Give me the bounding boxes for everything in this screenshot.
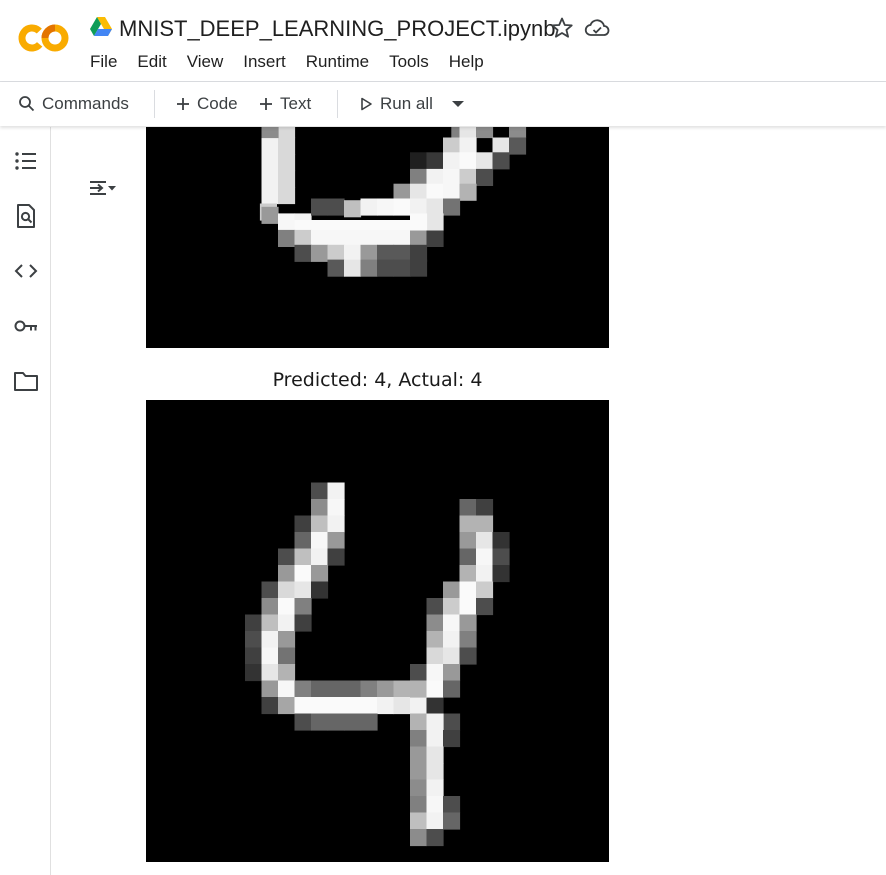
add-text-button[interactable]: Text [258,82,311,126]
code-snippets-icon[interactable] [13,258,39,284]
cloud-sync-icon[interactable] [584,16,610,40]
commands-label: Commands [42,94,129,113]
plus-icon [260,98,272,110]
colab-logo-icon[interactable] [18,22,70,54]
notebook-title[interactable]: MNIST_DEEP_LEARNING_PROJECT.ipynb [119,16,555,42]
menu-help[interactable]: Help [449,52,484,72]
notebook-content[interactable]: Predicted: 4, Actual: 4 [51,127,886,875]
menu-bar: File Edit View Insert Runtime Tools Help [90,52,504,72]
files-folder-icon[interactable] [13,368,39,394]
find-replace-icon[interactable] [13,203,39,229]
plus-icon [177,98,189,110]
toolbar-divider [337,90,338,118]
play-icon [361,97,372,111]
search-icon [19,96,35,112]
add-code-button[interactable]: Code [175,82,238,126]
toolbar-divider [154,90,155,118]
run-options-dropdown[interactable] [450,82,472,126]
output-collapse-icon[interactable] [87,175,117,201]
digit-0-pixels [259,127,527,277]
notebook-toolbar: Commands Code Text Run all [0,82,886,126]
google-drive-icon[interactable] [90,17,112,37]
run-all-label: Run all [380,94,433,113]
caret-down-icon [452,101,464,107]
menu-insert[interactable]: Insert [243,52,286,72]
left-sidebar [0,127,51,875]
digit-image-0 [146,127,609,348]
menu-tools[interactable]: Tools [389,52,429,72]
digit-4-pixels [245,400,510,847]
run-all-button[interactable]: Run all [358,82,433,126]
plot-caption: Predicted: 4, Actual: 4 [272,369,483,391]
digit-image-4 [146,400,609,862]
app-header: MNIST_DEEP_LEARNING_PROJECT.ipynb File E… [0,0,886,82]
menu-edit[interactable]: Edit [137,52,166,72]
secrets-key-icon[interactable] [13,313,39,339]
menu-view[interactable]: View [187,52,224,72]
star-icon[interactable] [550,16,574,40]
menu-runtime[interactable]: Runtime [306,52,369,72]
table-of-contents-icon[interactable] [13,148,39,174]
add-text-label: Text [280,94,312,113]
add-code-label: Code [197,94,238,113]
commands-button[interactable]: Commands [18,82,129,126]
menu-file[interactable]: File [90,52,117,72]
